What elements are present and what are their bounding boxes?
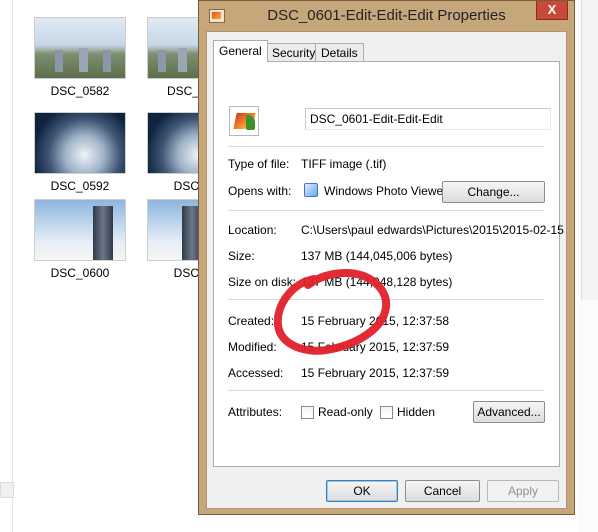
thumbnail-image (34, 112, 126, 174)
hidden-checkbox[interactable] (380, 406, 393, 419)
tab-general[interactable]: General (213, 40, 268, 62)
divider (228, 210, 544, 211)
tab-security[interactable]: Security (266, 43, 322, 61)
readonly-checkbox[interactable] (301, 406, 314, 419)
size-label: Size: (228, 249, 255, 263)
accessed-value: 15 February 2015, 12:37:59 (301, 366, 450, 380)
change-button[interactable]: Change... (442, 181, 545, 203)
attributes-label: Attributes: (228, 405, 283, 419)
thumbnail-caption: DSC_0592 (50, 179, 110, 193)
opens-with-value: Windows Photo Viewer (324, 184, 448, 198)
vertical-scrollbar[interactable] (581, 0, 598, 300)
dialog-title: DSC_0601-Edit-Edit-Edit Properties (267, 7, 506, 24)
general-tab-panel: DSC_0601-Edit-Edit-Edit Type of file: TI… (213, 61, 564, 467)
thumbnail-item[interactable]: DSC_0582 (34, 17, 126, 98)
size-value: 137 MB (144,045,006 bytes) (301, 249, 453, 263)
accessed-label: Accessed: (228, 366, 284, 380)
thumbnail-caption: DSC_0582 (50, 84, 110, 98)
dialog-client-area: General Security Details DSC_0601-Edit-E… (206, 31, 567, 509)
type-label: Type of file: (228, 157, 290, 171)
type-value: TIFF image (.tif) (301, 157, 387, 171)
tab-details[interactable]: Details (315, 43, 364, 61)
title-bar[interactable]: DSC_0601-Edit-Edit-Edit Properties X (199, 1, 574, 31)
divider (228, 146, 544, 147)
close-button[interactable]: X (536, 1, 568, 20)
location-label: Location: (228, 223, 277, 237)
thumbnail-caption: DSC_0600 (50, 266, 110, 280)
hidden-label[interactable]: Hidden (397, 405, 435, 419)
photo-viewer-icon (304, 183, 318, 197)
red-circle-annotation (274, 269, 391, 355)
cancel-button[interactable]: Cancel (405, 480, 480, 502)
thumbnail-image (34, 17, 126, 79)
tiff-file-icon (229, 106, 259, 136)
left-pane-edge (0, 0, 13, 532)
modified-label: Modified: (228, 340, 277, 354)
thumbnail-image (34, 199, 126, 261)
thumbnail-item[interactable]: DSC_0592 (34, 112, 126, 193)
created-label: Created: (228, 314, 275, 328)
divider (228, 390, 544, 391)
advanced-button[interactable]: Advanced... (473, 401, 545, 423)
ok-button[interactable]: OK (326, 480, 398, 502)
file-name-field[interactable]: DSC_0601-Edit-Edit-Edit (305, 108, 551, 130)
thumbnail-item[interactable]: DSC_0600 (34, 199, 126, 280)
location-value: C:\Users\paul edwards\Pictures\2015\2015… (301, 223, 564, 237)
apply-button[interactable]: Apply (487, 480, 559, 502)
readonly-label[interactable]: Read-only (318, 405, 373, 419)
opens-with-label: Opens with: (228, 184, 292, 198)
properties-dialog: DSC_0601-Edit-Edit-Edit Properties X Gen… (198, 0, 575, 515)
horizontal-scrollbar[interactable] (0, 482, 14, 498)
